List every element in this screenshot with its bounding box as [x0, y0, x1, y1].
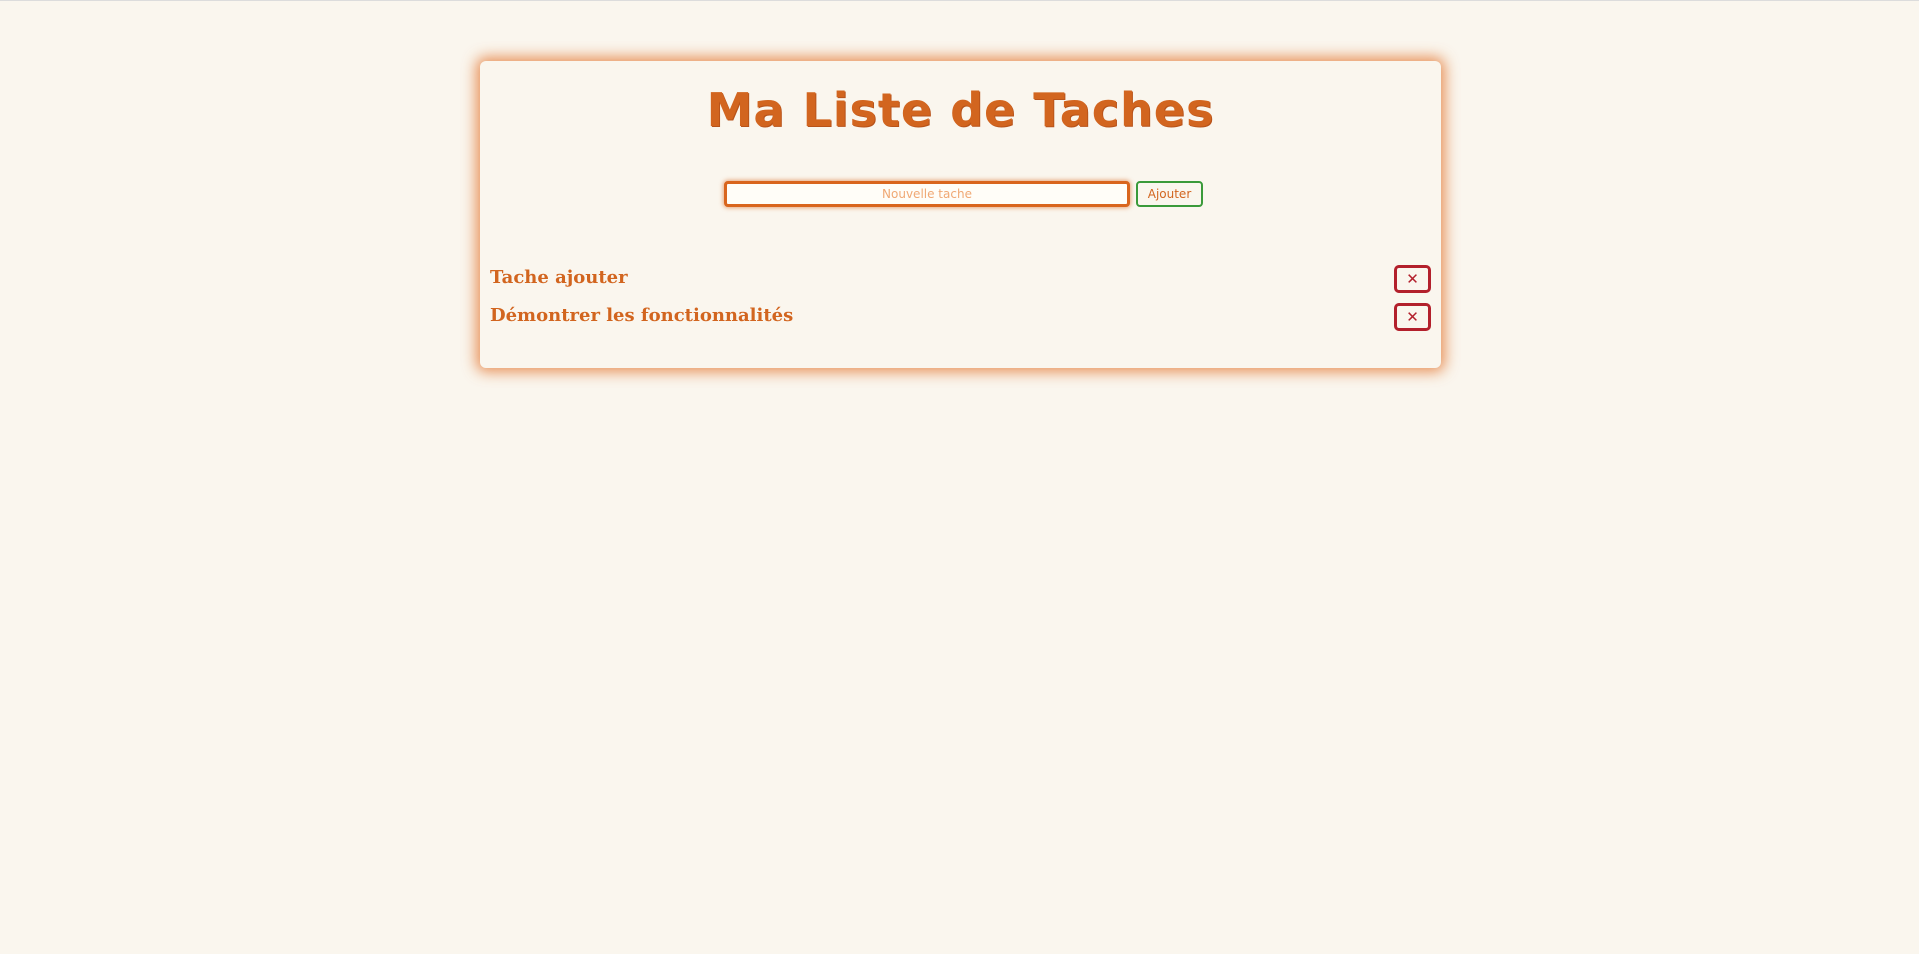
- page-title: Ma Liste de Taches: [706, 83, 1215, 137]
- delete-task-button[interactable]: ✕: [1394, 265, 1431, 293]
- page: { "app": { "title": "Ma Liste de Taches"…: [0, 0, 1919, 954]
- task-label: Démontrer les fonctionnalités: [490, 305, 794, 326]
- close-icon: ✕: [1406, 270, 1419, 288]
- todo-card: Ma Liste de Taches Ajouter Tache ajouter…: [480, 61, 1441, 368]
- task-list: Tache ajouter ✕ Démontrer les fonctionna…: [490, 263, 1431, 339]
- add-task-form: Ajouter: [724, 181, 1203, 207]
- task-label: Tache ajouter: [490, 267, 628, 288]
- close-icon: ✕: [1406, 308, 1419, 326]
- task-item: Démontrer les fonctionnalités ✕: [490, 301, 1431, 339]
- task-item: Tache ajouter ✕: [490, 263, 1431, 301]
- new-task-input[interactable]: [724, 181, 1130, 207]
- add-task-button[interactable]: Ajouter: [1136, 181, 1203, 207]
- delete-task-button[interactable]: ✕: [1394, 303, 1431, 331]
